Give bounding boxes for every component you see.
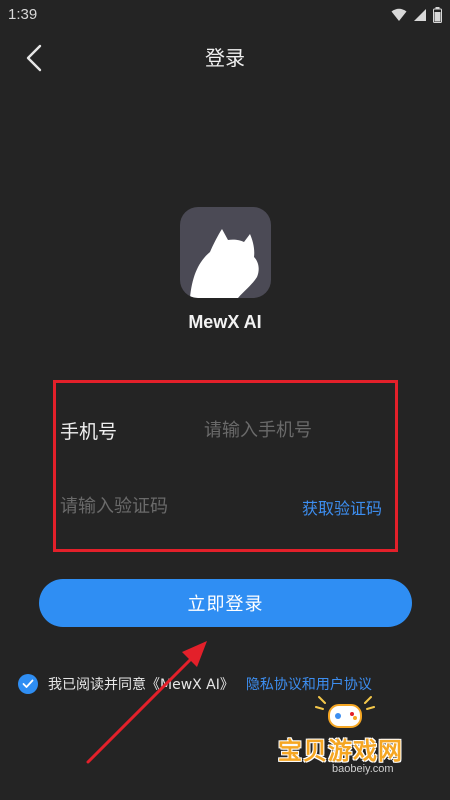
check-icon	[22, 679, 34, 688]
privacy-policy-link[interactable]: 隐私协议和用户协议	[246, 674, 372, 694]
battery-icon	[433, 7, 442, 23]
page-title: 登录	[205, 46, 245, 70]
agreement-text: 我已阅读并同意《MewX AI》	[48, 677, 234, 693]
cat-silhouette-icon	[190, 229, 259, 298]
watermark-url: baobeiy.com	[332, 763, 394, 775]
phone-input[interactable]	[204, 414, 389, 446]
watermark: 宝贝游戏网 baobeiy.com	[270, 695, 445, 795]
watermark-title: 宝贝游戏网	[278, 737, 403, 765]
verification-code-input[interactable]	[60, 490, 270, 522]
chevron-left-icon	[26, 44, 42, 72]
wifi-icon	[391, 8, 407, 21]
signal-icon	[414, 9, 426, 21]
agreement-checkbox[interactable]	[18, 674, 38, 694]
status-bar: 1:39	[0, 0, 450, 30]
login-button[interactable]: 立即登录	[39, 579, 412, 627]
status-time: 1:39	[8, 6, 38, 23]
status-icons	[391, 5, 442, 25]
form-highlight-box	[53, 380, 398, 552]
get-code-button[interactable]: 获取验证码	[302, 495, 382, 519]
app-name: MewX AI	[188, 312, 262, 332]
login-screen: 1:39 登录 MewX AI 手机号 获取验证码	[0, 0, 450, 800]
back-button[interactable]	[14, 38, 54, 78]
game-controller-icon	[315, 696, 375, 728]
agreement-row: 我已阅读并同意《MewX AI》 隐私协议和用户协议	[18, 672, 372, 696]
phone-label: 手机号	[60, 421, 118, 443]
app-logo	[180, 207, 271, 298]
